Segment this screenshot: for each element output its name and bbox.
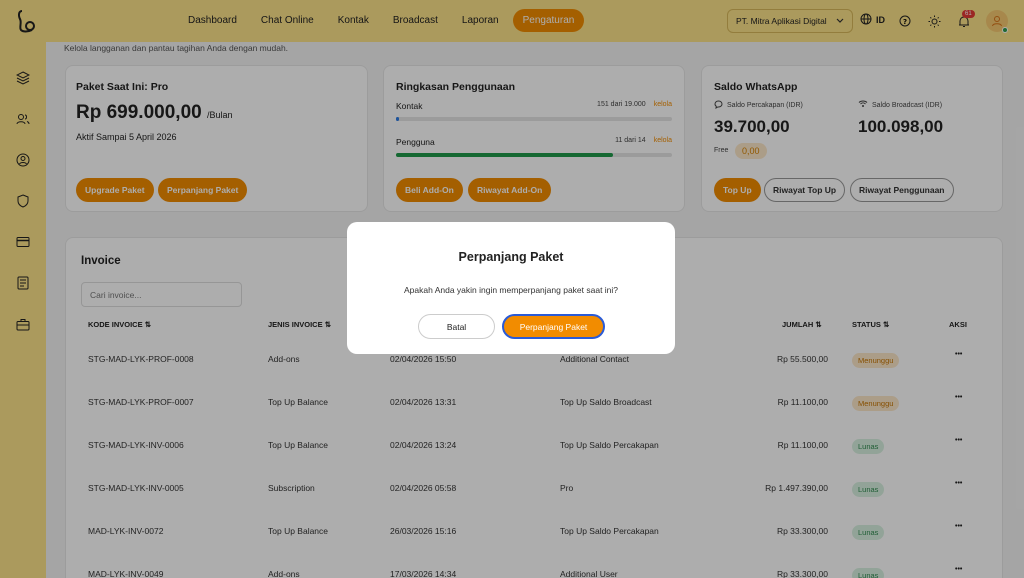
confirm-extend-button[interactable]: Perpanjang Paket — [502, 314, 605, 339]
cancel-button[interactable]: Batal — [418, 314, 495, 339]
dialog-message: Apakah Anda yakin ingin memperpanjang pa… — [403, 285, 619, 295]
dialog-title: Perpanjang Paket — [458, 250, 564, 264]
extend-plan-dialog: Perpanjang Paket Apakah Anda yakin ingin… — [347, 222, 675, 354]
